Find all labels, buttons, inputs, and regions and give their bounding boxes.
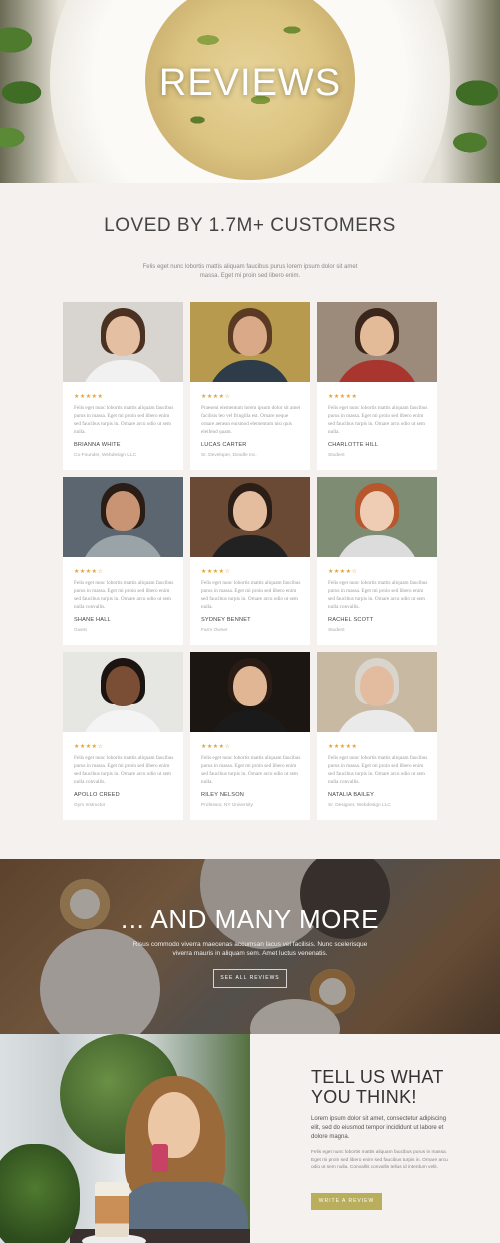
star-rating-icon: ★★★★★ xyxy=(74,394,104,400)
review-text: Felis eget nunc lobortis mattis aliquam … xyxy=(328,580,428,610)
face xyxy=(233,666,267,706)
review-text: Felis eget nunc lobortis mattis aliquam … xyxy=(74,755,174,785)
reviewer-role: Student xyxy=(328,453,345,458)
page-title: REVIEWS xyxy=(158,62,342,104)
woman-with-phone-image xyxy=(0,1034,250,1243)
reviewer-photo xyxy=(190,302,310,382)
latte-glass-image xyxy=(95,1182,129,1237)
review-card: ★★★★☆ Felis eget nunc lobortis mattis ali… xyxy=(190,477,310,645)
reviewer-photo xyxy=(63,302,183,382)
torso xyxy=(81,360,165,382)
review-text: Felis eget nunc lobortis mattis aliquam … xyxy=(201,580,301,610)
reviewer-role: Sr. Designer, Webdesign LLC xyxy=(328,803,391,808)
see-all-reviews-button[interactable]: SEE ALL REVIEWS xyxy=(213,969,287,988)
reviewer-photo xyxy=(63,477,183,557)
review-card: ★★★★★ Felis eget nunc lobortis mattis ali… xyxy=(317,302,437,470)
review-card: ★★★★☆ Felis eget nunc lobortis mattis ali… xyxy=(63,652,183,820)
face xyxy=(233,491,267,531)
face xyxy=(106,316,140,356)
face xyxy=(360,491,394,531)
torso xyxy=(335,535,419,557)
section-description: Felis eget nunc lobortis mattis aliquam … xyxy=(142,264,358,279)
star-rating-icon: ★★★★☆ xyxy=(201,744,231,750)
star-rating-icon: ★★★★★ xyxy=(328,394,358,400)
more-reviews-banner: ... AND MANY MORE Risus commodo viverra … xyxy=(0,859,500,1034)
reviewer-name: RILEY NELSON xyxy=(201,792,245,798)
reviewer-role: Farm Owner xyxy=(201,628,228,633)
review-card: ★★★★☆ Felis eget nunc lobortis mattis ali… xyxy=(317,477,437,645)
phone-icon xyxy=(152,1144,168,1172)
more-description: Risus commodo viverra maecenas accumsan … xyxy=(132,941,368,957)
review-card: ★★★★★ Felis eget nunc lobortis mattis ali… xyxy=(317,652,437,820)
section-title: LOVED BY 1.7M+ CUSTOMERS xyxy=(104,215,396,236)
write-review-button[interactable]: WRITE A REVIEW xyxy=(311,1193,382,1210)
torso xyxy=(208,535,292,557)
reviewer-photo xyxy=(190,652,310,732)
reviewer-name: SYDNEY BENNET xyxy=(201,617,251,623)
star-rating-icon: ★★★★☆ xyxy=(74,569,104,575)
face xyxy=(360,666,394,706)
reviewer-name: RACHEL SCOTT xyxy=(328,617,374,623)
star-rating-icon: ★★★★☆ xyxy=(74,744,104,750)
torso xyxy=(81,710,165,732)
face xyxy=(106,666,140,706)
reviewer-name: LUCAS CARTER xyxy=(201,442,247,448)
reviewer-role: Student xyxy=(328,628,345,633)
reviewer-role: Sr. Developer, Doodle Inc. xyxy=(201,453,257,458)
review-text: Praesent elementum lorem ipsum dolor sit… xyxy=(201,405,301,435)
reviewer-name: SHANE HALL xyxy=(74,617,111,623)
review-text: Felis eget nunc lobortis mattis aliquam … xyxy=(328,405,428,435)
torso xyxy=(208,710,292,732)
reviewer-photo xyxy=(190,477,310,557)
feedback-title: TELL US WHAT YOU THINK! xyxy=(311,1067,444,1107)
review-text: Felis eget nunc lobortis mattis aliquam … xyxy=(328,755,428,785)
review-card: ★★★★☆ Praesent elementum lorem ipsum dolo… xyxy=(190,302,310,470)
review-card: ★★★★☆ Felis eget nunc lobortis mattis ali… xyxy=(63,477,183,645)
reviewer-role: Co-Founder, Webdesign LLC xyxy=(74,453,137,458)
torso xyxy=(335,360,419,382)
review-card: ★★★★★ Felis eget nunc lobortis mattis ali… xyxy=(63,302,183,470)
star-rating-icon: ★★★★☆ xyxy=(201,394,231,400)
face xyxy=(106,491,140,531)
reviewer-photo xyxy=(63,652,183,732)
review-text: Felis eget nunc lobortis mattis aliquam … xyxy=(201,755,301,785)
reviewer-role: Professor, NY University xyxy=(201,803,253,808)
plant-image xyxy=(0,1144,80,1243)
reviewer-name: APOLLO CREED xyxy=(74,792,120,798)
reviewer-photo xyxy=(317,477,437,557)
star-rating-icon: ★★★★☆ xyxy=(201,569,231,575)
reviewer-photo xyxy=(317,302,437,382)
torso xyxy=(208,360,292,382)
torso xyxy=(81,535,165,557)
reviewer-photo xyxy=(317,652,437,732)
star-rating-icon: ★★★★★ xyxy=(328,744,358,750)
torso xyxy=(335,710,419,732)
reviewer-name: BRIANNA WHITE xyxy=(74,442,121,448)
review-text: Felis eget nunc lobortis mattis aliquam … xyxy=(74,405,174,435)
feedback-body: Felis eget nunc lobortis mattis aliquam … xyxy=(311,1150,448,1170)
more-title: ... AND MANY MORE xyxy=(121,904,379,934)
star-rating-icon: ★★★★☆ xyxy=(328,569,358,575)
reviewer-role: Guest xyxy=(74,628,87,633)
reviewer-name: NATALIA BAILEY xyxy=(328,792,375,798)
hero-banner: REVIEWS xyxy=(0,0,500,183)
review-card: ★★★★☆ Felis eget nunc lobortis mattis ali… xyxy=(190,652,310,820)
reviewer-role: Gym Instructor xyxy=(74,803,106,808)
reviewer-name: CHARLOTTE HILL xyxy=(328,442,379,448)
review-text: Felis eget nunc lobortis mattis aliquam … xyxy=(74,580,174,610)
feedback-lead: Lorem ipsum dolor sit amet, consectetur … xyxy=(311,1116,447,1140)
face xyxy=(233,316,267,356)
face xyxy=(360,316,394,356)
